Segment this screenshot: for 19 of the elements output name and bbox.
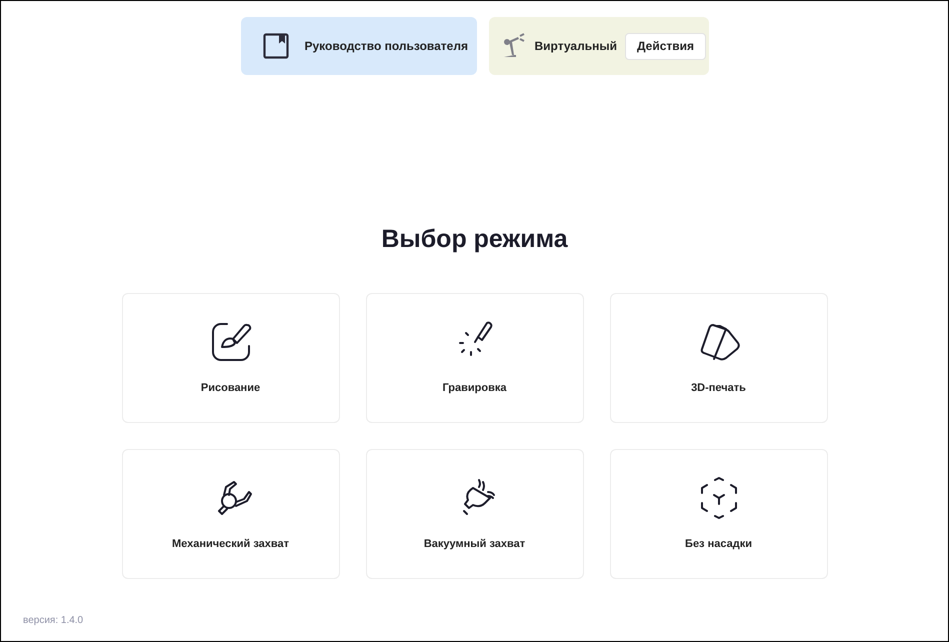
mode-label: Механический захват (172, 538, 290, 550)
page-title: Выбор режима (381, 225, 568, 255)
mode-card[interactable]: 3D-печать (610, 293, 828, 423)
mode-label: Без насадки (685, 538, 752, 550)
mode-label: Рисование (200, 382, 260, 394)
mode-card[interactable]: Рисование (122, 293, 340, 423)
user-manual-label: Руководство пользователя (304, 39, 468, 53)
robot-mode-label: Виртуальный (534, 39, 617, 53)
mode-label: 3D-печать (691, 382, 746, 394)
mode-card[interactable]: Вакуумный захват (366, 449, 584, 579)
bookmark-book-icon (262, 33, 288, 59)
mode-card[interactable]: Механический захват (122, 449, 340, 579)
version-text: версия: 1.4.0 (23, 615, 84, 626)
mode-label: Вакуумный захват (424, 538, 526, 550)
actions-button[interactable]: Действия (624, 32, 706, 60)
mode-card[interactable]: Гравировка (366, 293, 584, 423)
mode-label: Гравировка (442, 382, 506, 394)
user-manual-card[interactable]: Руководство пользователя (240, 17, 476, 75)
mode-card[interactable]: Без насадки (610, 449, 828, 579)
